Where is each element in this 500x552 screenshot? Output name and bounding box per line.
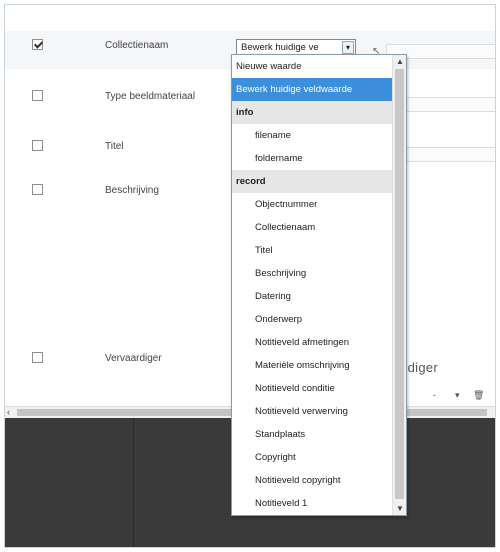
checkbox-type-beeldmateriaal[interactable] (32, 90, 43, 101)
dropdown-option[interactable]: Collectienaam (232, 216, 393, 239)
dropdown-option[interactable]: Notitieveld 1 (232, 492, 393, 515)
select-value: Bewerk huidige ve (241, 42, 319, 53)
trash-icon[interactable]: 🗑 (473, 390, 484, 401)
dropdown-option[interactable]: Onderwerp (232, 308, 393, 331)
dropdown-option[interactable]: Notitieveld afmetingen (232, 331, 393, 354)
dropdown-option[interactable]: Titel (232, 239, 393, 262)
field-toolbar: - ▾ 🗑 (410, 390, 495, 402)
scrollbar-thumb[interactable] (395, 69, 404, 499)
checkbox-vervaardiger[interactable] (32, 352, 43, 363)
dropdown-option[interactable]: foldername (232, 147, 393, 170)
dropdown-list: Nieuwe waarde Bewerk huidige veldwaarde in… (232, 55, 393, 515)
dropdown-option[interactable]: Materiële omschrijving (232, 354, 393, 377)
dropdown-option[interactable]: Datering (232, 285, 393, 308)
field-label-type-beeldmateriaal: Type beeldmateriaal (105, 91, 196, 102)
field-label-collectienaam: Collectienaam (105, 40, 169, 51)
vertical-scrollbar[interactable]: ▲ ▼ (392, 55, 406, 515)
chevron-down-icon[interactable]: ▾ (342, 41, 354, 54)
checkbox-collectienaam[interactable] (32, 39, 43, 50)
checkbox-titel[interactable] (32, 140, 43, 151)
panel-divider (133, 418, 134, 547)
dropdown-option[interactable]: Copyright (232, 446, 393, 469)
dropdown-group-header: info (232, 101, 393, 124)
chevron-down-icon[interactable]: ▼ (396, 504, 404, 513)
vervaardiger-value-partial: rdiger (403, 360, 439, 375)
dropdown-option[interactable]: filename (232, 124, 393, 147)
chevron-down-icon[interactable]: ▾ (455, 390, 460, 401)
chevron-up-icon[interactable]: ▲ (396, 57, 404, 66)
dropdown-group-header: record (232, 170, 393, 193)
field-label-titel: Titel (105, 141, 124, 152)
dropdown-option[interactable]: Bewerk huidige veldwaarde (232, 78, 393, 101)
dropdown-option[interactable]: Objectnummer (232, 193, 393, 216)
field-label-beschrijving: Beschrijving (105, 185, 159, 196)
minus-button[interactable]: - (433, 390, 436, 400)
dropdown-option[interactable]: Notitieveld copyright (232, 469, 393, 492)
dropdown-option[interactable]: Standplaats (232, 423, 393, 446)
dropdown-option[interactable]: Nieuwe waarde (232, 55, 393, 78)
checkbox-beschrijving[interactable] (32, 184, 43, 195)
dropdown-option[interactable]: Notitieveld verwerving (232, 400, 393, 423)
field-label-vervaardiger: Vervaardiger (105, 353, 162, 364)
dropdown-option[interactable]: Notitieveld conditie (232, 377, 393, 400)
value-source-dropdown[interactable]: Nieuwe waarde Bewerk huidige veldwaarde in… (231, 54, 407, 516)
dropdown-option[interactable]: Beschrijving (232, 262, 393, 285)
chevron-left-icon[interactable]: ‹ (7, 407, 10, 418)
